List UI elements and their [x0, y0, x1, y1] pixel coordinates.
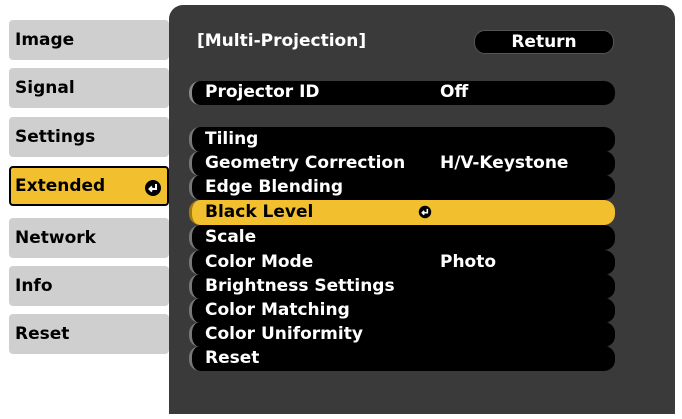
- menu-item-label: Reset: [205, 348, 260, 368]
- projector-id-value: Off: [440, 82, 469, 102]
- projector-id-row[interactable]: Projector ID Off: [189, 81, 615, 105]
- menu-item-label: Edge Blending: [205, 177, 344, 197]
- projector-menu-screen: Image Signal Settings Extended Network I…: [0, 0, 682, 419]
- menu-item-black-level[interactable]: Black Level: [189, 200, 615, 225]
- tab-info[interactable]: Info: [9, 266, 169, 306]
- tab-network-label: Network: [15, 228, 96, 248]
- menu-item-edge-blending[interactable]: Edge Blending: [189, 175, 615, 200]
- return-button[interactable]: Return: [474, 30, 614, 54]
- projector-id-label: Projector ID: [205, 82, 320, 102]
- menu-title: [Multi-Projection]: [197, 31, 367, 51]
- menu-item-scale[interactable]: Scale: [189, 225, 615, 250]
- tab-signal-label: Signal: [15, 78, 75, 98]
- menu-item-brightness-settings[interactable]: Brightness Settings: [189, 274, 615, 299]
- menu-panel: [Multi-Projection] Return Projector ID O…: [169, 5, 675, 414]
- menu-item-label: Brightness Settings: [205, 276, 395, 296]
- menu-item-reset[interactable]: Reset: [189, 346, 615, 371]
- tab-settings-label: Settings: [15, 127, 96, 147]
- menu-item-color-uniformity[interactable]: Color Uniformity: [189, 322, 615, 347]
- tab-info-label: Info: [15, 276, 53, 296]
- tab-image-label: Image: [15, 30, 75, 50]
- return-button-label: Return: [511, 32, 577, 52]
- menu-item-tiling[interactable]: Tiling: [189, 127, 615, 152]
- tab-reset-label: Reset: [15, 324, 70, 344]
- menu-item-label: Scale: [205, 227, 257, 247]
- menu-item-label: Black Level: [205, 202, 314, 222]
- tab-signal[interactable]: Signal: [9, 68, 169, 108]
- menu-item-label: Tiling: [205, 129, 259, 149]
- menu-item-color-mode[interactable]: Color Mode Photo: [189, 250, 615, 275]
- menu-item-color-matching[interactable]: Color Matching: [189, 298, 615, 323]
- menu-item-geometry-correction[interactable]: Geometry Correction H/V-Keystone: [189, 151, 615, 176]
- tab-extended-label: Extended: [15, 176, 106, 196]
- enter-icon: [418, 205, 432, 219]
- menu-item-label: Color Matching: [205, 300, 350, 320]
- menu-item-value: Photo: [440, 252, 497, 272]
- tab-network[interactable]: Network: [9, 218, 169, 258]
- tab-extended[interactable]: Extended: [9, 166, 169, 206]
- menu-item-label: Color Mode: [205, 252, 314, 272]
- menu-item-label: Color Uniformity: [205, 324, 363, 344]
- enter-icon: [145, 180, 161, 196]
- tab-reset[interactable]: Reset: [9, 314, 169, 354]
- tab-settings[interactable]: Settings: [9, 117, 169, 157]
- menu-item-label: Geometry Correction: [205, 153, 406, 173]
- tab-image[interactable]: Image: [9, 20, 169, 60]
- menu-item-value: H/V-Keystone: [440, 153, 569, 173]
